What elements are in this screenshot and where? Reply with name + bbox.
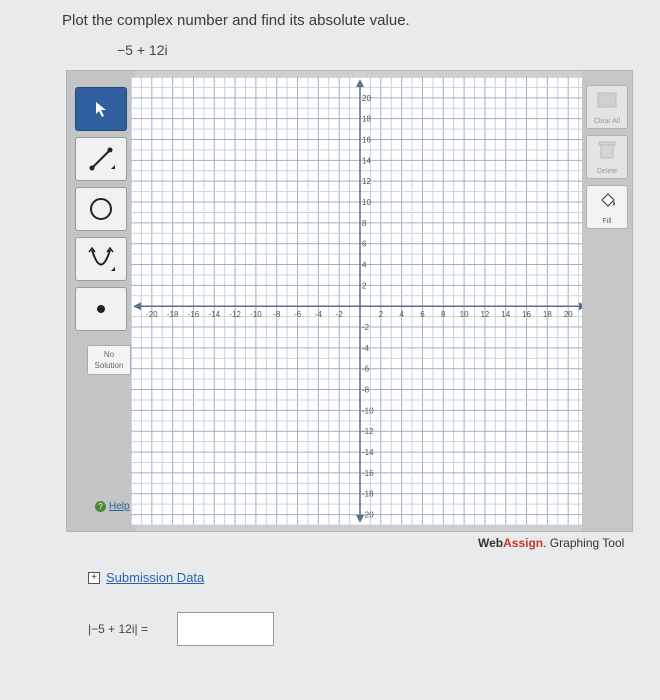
y-tick-label: -6 [362,365,370,374]
x-tick-label: 2 [379,310,384,319]
y-tick-label: -16 [362,469,374,478]
y-tick-label: -2 [362,323,370,332]
clear-all-button[interactable]: Clear All [586,85,628,129]
absolute-value-label: |−5 + 12i| = [88,622,148,636]
x-tick-label: 8 [441,310,446,319]
graph-toolbar: No Solution ? Help [67,71,135,531]
parabola-icon [88,246,115,271]
point-tool-button[interactable] [75,287,127,331]
fill-button[interactable]: Fill [586,185,628,229]
y-tick-label: 18 [362,115,371,124]
no-solution-button[interactable]: No Solution [87,345,131,375]
pointer-tool-button[interactable] [75,87,127,131]
x-tick-label: -4 [315,310,323,319]
x-tick-label: 18 [543,310,552,319]
help-icon: ? [95,501,106,512]
x-tick-label: 4 [399,310,404,319]
x-axis-arrow-left [133,302,141,311]
y-tick-label: -20 [362,511,374,520]
graph-right-toolbar: Clear All Delete Fill [582,71,632,531]
x-tick-label: -8 [273,310,281,319]
graphing-tool: No Solution ? Help -20 -18 -16 -14 -12 -10 -8-… [66,70,633,532]
x-tick-label: -6 [294,310,302,319]
y-tick-label: 4 [362,261,367,270]
y-tick-label: -14 [362,448,374,457]
x-tick-label: 10 [460,310,469,319]
answer-input[interactable] [177,612,274,646]
y-tick-label: -10 [362,406,374,415]
x-tick-label: 6 [420,310,425,319]
y-tick-label: 14 [362,156,371,165]
clear-icon [597,92,617,108]
y-tick-label: 12 [362,177,371,186]
x-tick-label: -10 [250,310,262,319]
line-tool-button[interactable] [75,137,127,181]
line-segment-icon [89,147,115,171]
paint-bucket-icon [601,193,615,207]
x-tick-label: -20 [146,310,158,319]
x-tick-label: -14 [208,310,220,319]
x-tick-label: 12 [480,310,489,319]
expand-plus-icon: + [88,571,100,584]
x-tick-label: 16 [522,310,531,319]
question-text: Plot the complex number and find its abs… [62,12,410,29]
x-tick-label: -18 [167,310,179,319]
y-tick-label: 16 [362,136,371,145]
x-tick-label: 20 [564,310,573,319]
y-tick-label: -12 [362,427,374,436]
x-tick-label: -16 [188,310,200,319]
delete-button[interactable]: Delete [586,135,628,179]
x-tick-label: -2 [336,310,344,319]
trash-icon [598,141,616,159]
y-tick-label: -4 [362,344,370,353]
y-tick-label: 20 [362,94,371,103]
y-tick-label: 6 [362,240,367,249]
y-tick-label: 10 [362,198,371,207]
x-tick-label: 14 [501,310,510,319]
y-tick-label: 2 [362,281,367,290]
circle-tool-button[interactable] [75,187,127,231]
y-axis-arrow-up [356,79,364,87]
webassign-brand: WebAssign. Graphing Tool [478,536,625,550]
circle-icon [90,198,112,220]
complex-expression: −5 + 12i [117,42,168,58]
y-tick-label: -8 [362,386,370,395]
submission-data-toggle[interactable]: + Submission Data [88,570,204,585]
y-tick-label: 8 [362,219,367,228]
point-icon [97,305,105,313]
y-tick-label: -18 [362,490,374,499]
coordinate-grid[interactable]: -20 -18 -16 -14 -12 -10 -8 -6 -4 -2 2 4 6 8 10 12 14 16 18… [130,76,590,526]
pointer-arrow-icon [96,102,106,117]
x-tick-label: -12 [229,310,241,319]
help-link[interactable]: ? Help [95,501,130,512]
grid-svg[interactable]: -20 -18 -16 -14 -12 -10 -8 -6 -4 -2 2 4 6 8 10 12 14 16 18… [130,76,590,526]
parabola-tool-button[interactable] [75,237,127,281]
